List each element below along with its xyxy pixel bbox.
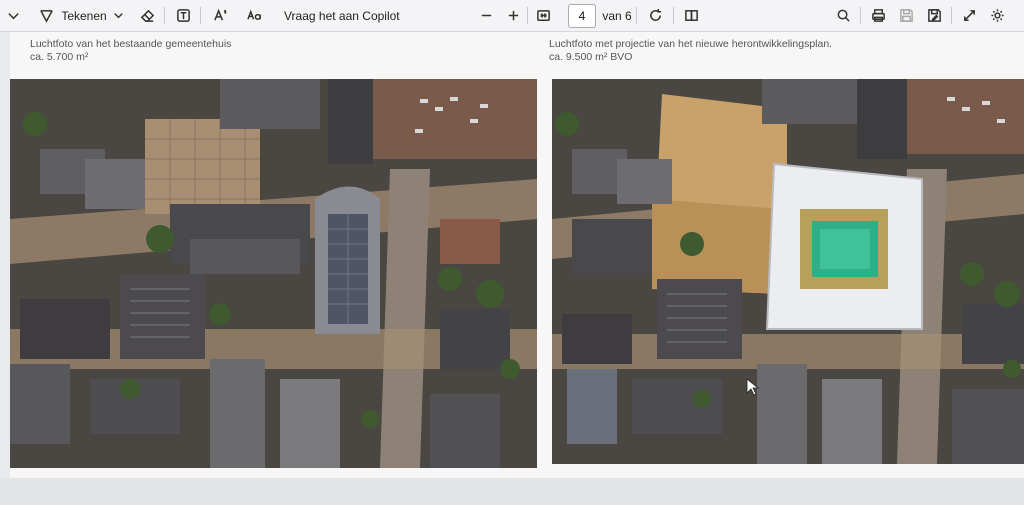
draw-label: Tekenen bbox=[61, 8, 107, 23]
toolbar-divider bbox=[527, 7, 528, 24]
minus-icon[interactable] bbox=[477, 0, 495, 31]
search-icon[interactable] bbox=[833, 0, 853, 31]
chevron-down-icon[interactable] bbox=[110, 0, 126, 31]
toolbar-divider bbox=[200, 7, 201, 24]
fit-page-icon[interactable] bbox=[533, 0, 553, 31]
toolbar-divider bbox=[860, 7, 861, 24]
toolbar-divider bbox=[951, 7, 952, 24]
eraser-icon[interactable] bbox=[137, 0, 157, 31]
save-as-icon[interactable] bbox=[924, 0, 944, 31]
left-caption-area: ca. 5.700 m² bbox=[30, 51, 89, 63]
draw-icon[interactable] bbox=[36, 0, 56, 31]
print-icon[interactable] bbox=[868, 0, 888, 31]
save-icon[interactable] bbox=[896, 0, 916, 31]
settings-icon[interactable] bbox=[987, 0, 1007, 31]
toolbar-divider bbox=[164, 7, 165, 24]
pdf-page: Luchtfoto van het bestaande gemeentehuis… bbox=[10, 32, 1024, 478]
page-total: van 6 bbox=[602, 0, 632, 31]
draw-button[interactable]: Tekenen bbox=[60, 0, 108, 31]
fullscreen-icon[interactable] bbox=[959, 0, 979, 31]
aerial-photo-existing bbox=[10, 79, 537, 468]
pdf-toolbar: Tekenen Vraag het aan Copilot 4 van 6 bbox=[0, 0, 1024, 32]
left-caption: Luchtfoto van het bestaande gemeentehuis… bbox=[30, 38, 231, 64]
right-caption-area: ca. 9.500 m² BVO bbox=[549, 51, 633, 63]
copilot-label: Vraag het aan Copilot bbox=[284, 8, 400, 23]
right-caption: Luchtfoto met projectie van het nieuwe h… bbox=[549, 38, 832, 64]
plus-icon[interactable] bbox=[504, 0, 522, 31]
aerial-photo-projection bbox=[552, 79, 1024, 464]
viewer-background bbox=[0, 478, 1024, 505]
toolbar-divider bbox=[673, 7, 674, 24]
translate-icon[interactable] bbox=[243, 0, 265, 31]
page-view-icon[interactable] bbox=[681, 0, 701, 31]
chevron-down-icon[interactable] bbox=[6, 0, 20, 31]
rotate-icon[interactable] bbox=[645, 0, 665, 31]
read-aloud-icon[interactable] bbox=[209, 0, 231, 31]
page-total-label: van 6 bbox=[602, 8, 632, 23]
page-number-input[interactable]: 4 bbox=[568, 4, 596, 28]
copilot-button[interactable]: Vraag het aan Copilot bbox=[284, 0, 404, 31]
text-box-icon[interactable] bbox=[173, 0, 193, 31]
right-caption-title: Luchtfoto met projectie van het nieuwe h… bbox=[549, 38, 833, 50]
left-caption-title: Luchtfoto van het bestaande gemeentehuis bbox=[30, 38, 232, 50]
toolbar-divider bbox=[636, 7, 637, 24]
